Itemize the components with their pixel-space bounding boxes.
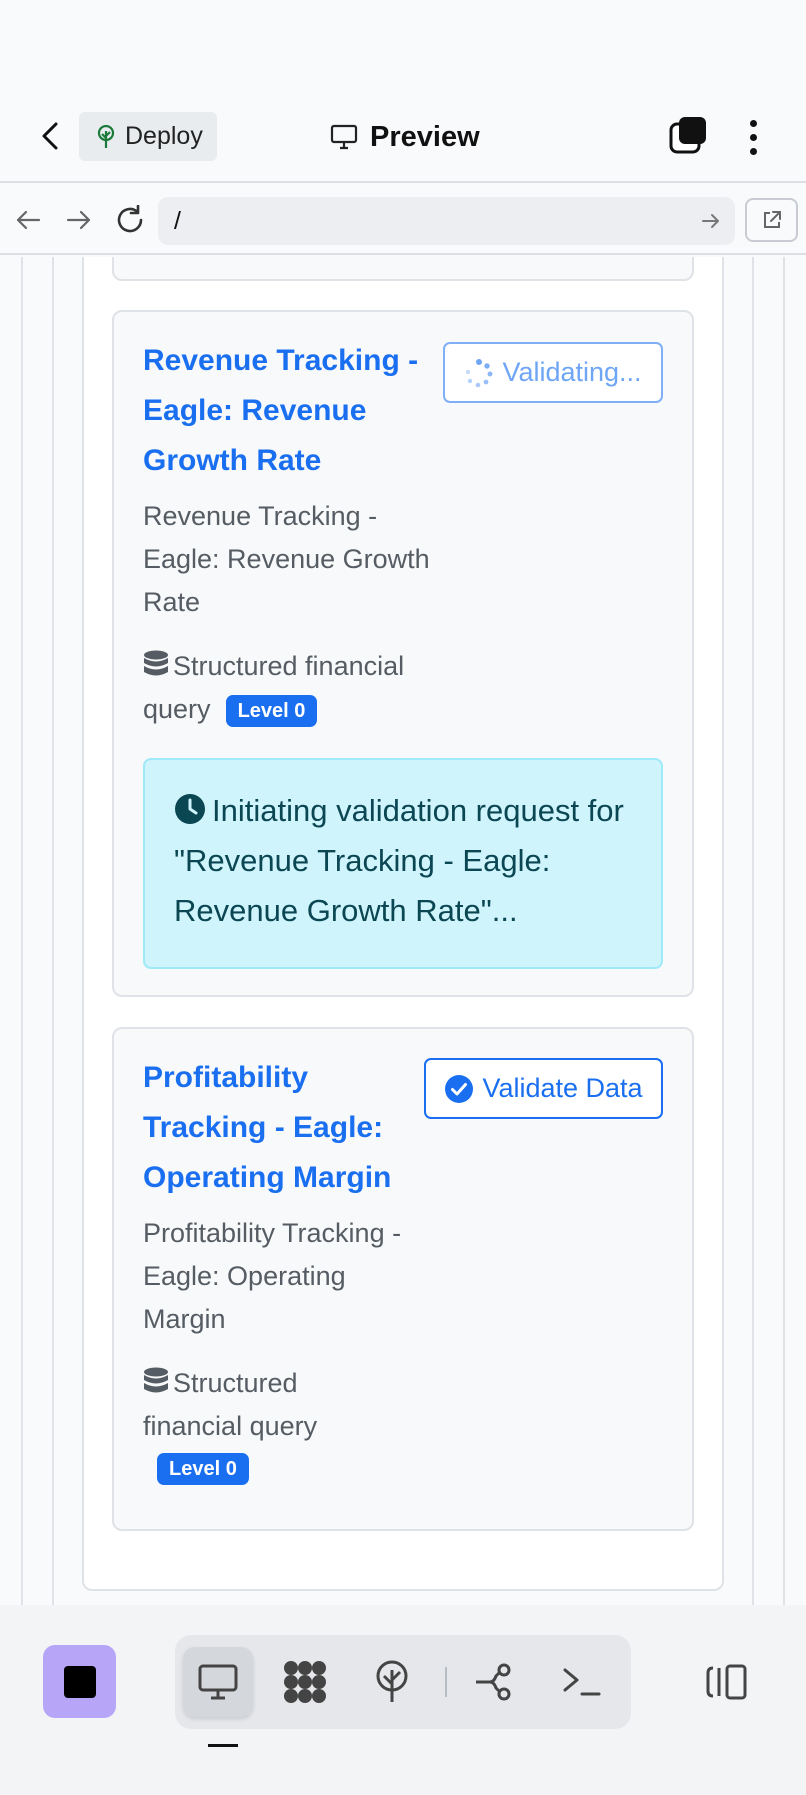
- card-description: Revenue Tracking - Eagle: Revenue Growth…: [143, 501, 430, 617]
- tool-git[interactable]: [460, 1647, 530, 1717]
- arrow-right-icon: [702, 214, 719, 228]
- tool-deploy[interactable]: [357, 1647, 427, 1717]
- more-options-button[interactable]: [735, 115, 771, 159]
- tool-preview[interactable]: [183, 1647, 253, 1717]
- arrow-left-icon: [16, 210, 41, 230]
- browser-nav-bar: /: [0, 185, 806, 255]
- bottom-toolbar: [0, 1605, 806, 1795]
- monitor-icon: [330, 124, 358, 150]
- deploy-tree-icon: [97, 124, 115, 148]
- page-title: Preview: [370, 120, 480, 153]
- clock-icon: [175, 794, 205, 824]
- check-circle-icon: [445, 1074, 474, 1103]
- card-description: Profitability Tracking - Eagle: Operatin…: [143, 1218, 402, 1334]
- external-link-icon: [763, 211, 781, 228]
- previous-card: [112, 257, 694, 281]
- status-message: Initiating validation request for "Reven…: [174, 793, 624, 928]
- validating-button[interactable]: Validating...: [443, 342, 663, 403]
- windows-button[interactable]: [668, 115, 710, 157]
- url-input[interactable]: /: [158, 197, 735, 245]
- url-text: /: [174, 206, 181, 235]
- validate-label: Validate Data: [482, 1073, 643, 1103]
- chevron-left-icon: [42, 122, 58, 150]
- stop-square-icon: [63, 1665, 96, 1698]
- toolbar-divider: [445, 1667, 447, 1697]
- source-label: Structured financial query: [143, 1368, 318, 1441]
- nav-forward-button[interactable]: [61, 202, 97, 238]
- card-title[interactable]: Profitability Tracking - Eagle: Operatin…: [143, 1053, 433, 1203]
- validating-label: Validating...: [502, 357, 642, 387]
- tool-console[interactable]: [547, 1647, 617, 1717]
- frame-line: [783, 257, 785, 1605]
- nav-back-button[interactable]: [10, 202, 46, 238]
- level-badge: Level 0: [157, 1453, 249, 1485]
- app-stop-button[interactable]: [43, 1645, 116, 1718]
- database-icon: [144, 1367, 168, 1393]
- open-external-button[interactable]: [745, 198, 798, 242]
- go-button[interactable]: [701, 209, 721, 238]
- card-source: Structured financial query: [143, 1362, 353, 1448]
- preview-title: Preview: [330, 113, 480, 161]
- deploy-button[interactable]: Deploy: [79, 112, 217, 161]
- database-icon: [144, 650, 168, 676]
- validate-data-button[interactable]: Validate Data: [424, 1058, 663, 1119]
- frame-line: [52, 257, 54, 1605]
- windows-stack-icon: [669, 117, 706, 154]
- tool-nodes[interactable]: [270, 1647, 340, 1717]
- tool-group: [175, 1635, 631, 1729]
- top-bar: Deploy Preview: [0, 0, 806, 183]
- frame-line: [21, 257, 23, 1605]
- more-dot: [749, 147, 757, 155]
- card-source: Structured financial query Level 0: [143, 645, 443, 731]
- metric-card: Profitability Tracking - Eagle: Operatin…: [112, 1027, 694, 1531]
- level-badge: Level 0: [225, 694, 318, 727]
- reload-icon: [117, 205, 143, 233]
- status-alert: Initiating validation request for "Reven…: [143, 758, 663, 969]
- monitor-icon: [198, 1664, 238, 1700]
- back-button[interactable]: [30, 116, 70, 156]
- panel-toggle-icon: [706, 1664, 747, 1700]
- card-title[interactable]: Revenue Tracking - Eagle: Revenue Growth…: [143, 336, 443, 486]
- deploy-label: Deploy: [125, 122, 203, 150]
- level-badge-wrap: Level 0: [157, 1453, 249, 1485]
- metric-card: Revenue Tracking - Eagle: Revenue Growth…: [112, 310, 694, 997]
- terminal-icon: [563, 1668, 601, 1696]
- preview-viewport[interactable]: Revenue Tracking - Eagle: Revenue Growth…: [0, 257, 806, 1605]
- reload-button[interactable]: [112, 202, 148, 238]
- side-panel-button[interactable]: [700, 1655, 754, 1709]
- active-tool-indicator: [208, 1744, 238, 1747]
- more-dot: [749, 133, 757, 141]
- git-branch-icon: [476, 1663, 511, 1701]
- spinner-icon: [466, 358, 493, 387]
- arrow-right-icon: [66, 210, 91, 230]
- grid-blobs-icon: [284, 1661, 326, 1703]
- frame-line: [752, 257, 754, 1605]
- deploy-tree-icon: [376, 1660, 408, 1702]
- more-dot: [749, 119, 757, 127]
